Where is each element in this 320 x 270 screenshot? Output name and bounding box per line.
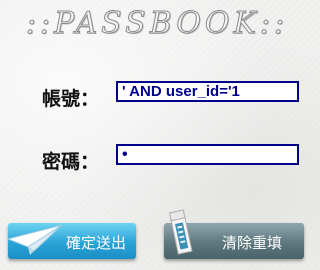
- eraser-icon: [168, 209, 193, 255]
- submit-button[interactable]: 確定送出: [6, 223, 136, 259]
- reset-button[interactable]: 清除重填: [164, 209, 304, 259]
- passbook-banner: ::PASSBOOK::: [25, 6, 289, 42]
- password-label: 密碼：: [42, 151, 100, 173]
- reset-button-label: 清除重填: [221, 234, 282, 252]
- account-input[interactable]: [116, 81, 299, 102]
- account-label: 帳號：: [42, 88, 100, 110]
- password-input[interactable]: [116, 144, 299, 165]
- paper-plane-icon: [6, 224, 63, 255]
- submit-button-label: 確定送出: [65, 234, 126, 252]
